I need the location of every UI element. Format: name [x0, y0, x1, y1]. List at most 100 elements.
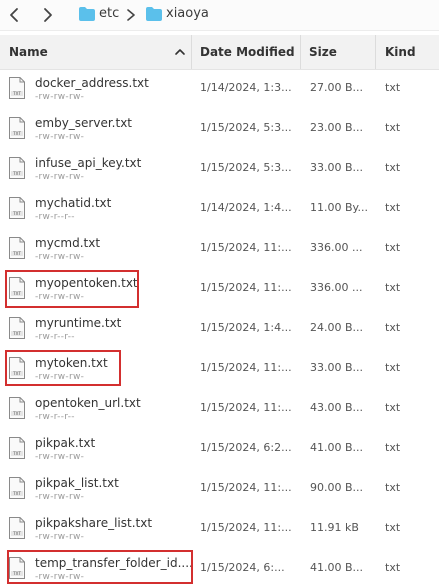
- file-date: 1/15/2024, 11:...: [200, 241, 292, 254]
- file-row[interactable]: TXT myopentoken.txt -rw-rw-rw- 1/15/2024…: [0, 268, 439, 308]
- svg-text:TXT: TXT: [12, 371, 21, 376]
- file-size: 336.00 ...: [310, 281, 363, 294]
- column-label-size: Size: [309, 45, 337, 59]
- file-permissions: -rw-rw-rw-: [35, 92, 85, 102]
- column-header-name[interactable]: Name: [0, 35, 191, 69]
- file-kind: txt: [385, 401, 401, 414]
- file-permissions: -rw-rw-rw-: [35, 132, 85, 142]
- file-permissions: -rw-r--r--: [35, 212, 75, 222]
- file-permissions: -rw-rw-rw-: [35, 292, 85, 302]
- file-size: 336.00 ...: [310, 241, 363, 254]
- file-kind: txt: [385, 441, 401, 454]
- file-row[interactable]: TXT myruntime.txt -rw-r--r-- 1/15/2024, …: [0, 308, 439, 348]
- text-file-icon: TXT: [9, 237, 25, 259]
- text-file-icon: TXT: [9, 117, 25, 139]
- file-date: 1/15/2024, 11:...: [200, 281, 292, 294]
- file-kind: txt: [385, 361, 401, 374]
- file-kind: txt: [385, 561, 401, 574]
- file-permissions: -rw-r--r--: [35, 332, 75, 342]
- file-row[interactable]: TXT pikpak_list.txt -rw-rw-rw- 1/15/2024…: [0, 468, 439, 508]
- toolbar: etc xiaoya: [0, 0, 439, 31]
- file-size: 24.00 B...: [310, 321, 364, 334]
- file-kind: txt: [385, 241, 401, 254]
- file-row[interactable]: TXT mycmd.txt -rw-rw-rw- 1/15/2024, 11:.…: [0, 228, 439, 268]
- file-row[interactable]: TXT temp_transfer_folder_id.... -rw-rw-r…: [0, 548, 439, 588]
- chevron-up-icon[interactable]: [174, 46, 186, 58]
- file-size: 27.00 B...: [310, 81, 364, 94]
- text-file-icon: TXT: [9, 357, 25, 379]
- text-file-icon: TXT: [9, 517, 25, 539]
- svg-text:TXT: TXT: [12, 451, 21, 456]
- svg-text:TXT: TXT: [12, 571, 21, 576]
- file-name: myruntime.txt: [35, 316, 122, 330]
- svg-text:TXT: TXT: [12, 131, 21, 136]
- file-date: 1/15/2024, 1:4...: [200, 321, 292, 334]
- file-row[interactable]: TXT mychatid.txt -rw-r--r-- 1/14/2024, 1…: [0, 188, 439, 228]
- column-header-date[interactable]: Date Modified: [192, 35, 300, 69]
- svg-text:TXT: TXT: [12, 251, 21, 256]
- text-file-icon: TXT: [9, 477, 25, 499]
- folder-icon: [146, 7, 162, 21]
- file-name: temp_transfer_folder_id....: [35, 556, 193, 570]
- file-size: 23.00 B...: [310, 121, 364, 134]
- file-row[interactable]: TXT opentoken_url.txt -rw-r--r-- 1/15/20…: [0, 388, 439, 428]
- file-size: 41.00 B...: [310, 441, 364, 454]
- file-size: 41.00 B...: [310, 561, 364, 574]
- file-date: 1/15/2024, 5:3...: [200, 121, 292, 134]
- svg-text:TXT: TXT: [12, 211, 21, 216]
- file-row[interactable]: TXT pikpakshare_list.txt -rw-rw-rw- 1/15…: [0, 508, 439, 548]
- file-permissions: -rw-r--r--: [35, 412, 75, 422]
- file-kind: txt: [385, 81, 401, 94]
- svg-text:TXT: TXT: [12, 171, 21, 176]
- column-header-kind[interactable]: Kind: [376, 35, 439, 69]
- file-kind: txt: [385, 161, 401, 174]
- breadcrumb-item-xiaoya[interactable]: xiaoya: [166, 6, 209, 21]
- text-file-icon: TXT: [9, 437, 25, 459]
- svg-text:TXT: TXT: [12, 411, 21, 416]
- file-size: 33.00 B...: [310, 361, 364, 374]
- file-row[interactable]: TXT infuse_api_key.txt -rw-rw-rw- 1/15/2…: [0, 148, 439, 188]
- file-name: mycmd.txt: [35, 236, 101, 250]
- file-kind: txt: [385, 121, 401, 134]
- chevron-left-icon[interactable]: [6, 6, 24, 24]
- file-name: infuse_api_key.txt: [35, 156, 142, 170]
- file-permissions: -rw-rw-rw-: [35, 492, 85, 502]
- file-kind: txt: [385, 321, 401, 334]
- file-name: mytoken.txt: [35, 356, 108, 370]
- file-size: 90.00 B...: [310, 481, 364, 494]
- file-name: opentoken_url.txt: [35, 396, 141, 410]
- column-label-date: Date Modified: [200, 45, 295, 59]
- column-header-size[interactable]: Size: [301, 35, 375, 69]
- text-file-icon: TXT: [9, 277, 25, 299]
- file-date: 1/15/2024, 6:...: [200, 561, 285, 574]
- file-row[interactable]: TXT emby_server.txt -rw-rw-rw- 1/15/2024…: [0, 108, 439, 148]
- file-date: 1/15/2024, 6:2...: [200, 441, 292, 454]
- chevron-right-icon[interactable]: [38, 6, 56, 24]
- file-date: 1/15/2024, 11:...: [200, 401, 292, 414]
- svg-text:TXT: TXT: [12, 91, 21, 96]
- file-row[interactable]: TXT docker_address.txt -rw-rw-rw- 1/14/2…: [0, 68, 439, 108]
- text-file-icon: TXT: [9, 317, 25, 339]
- svg-text:TXT: TXT: [12, 331, 21, 336]
- chevron-right-icon: [127, 9, 135, 21]
- folder-icon: [79, 7, 95, 21]
- file-size: 11.91 kB: [310, 521, 359, 534]
- file-size: 43.00 B...: [310, 401, 364, 414]
- file-size: 11.00 By...: [310, 201, 368, 214]
- file-size: 33.00 B...: [310, 161, 364, 174]
- breadcrumb-item-etc[interactable]: etc: [99, 6, 119, 21]
- file-permissions: -rw-rw-rw-: [35, 532, 85, 542]
- file-name: pikpak_list.txt: [35, 476, 119, 490]
- file-kind: txt: [385, 521, 401, 534]
- file-date: 1/14/2024, 1:3...: [200, 81, 292, 94]
- file-name: pikpakshare_list.txt: [35, 516, 153, 530]
- file-date: 1/15/2024, 5:3...: [200, 161, 292, 174]
- column-label-kind: Kind: [385, 45, 416, 59]
- file-kind: txt: [385, 281, 401, 294]
- file-row[interactable]: TXT mytoken.txt -rw-rw-rw- 1/15/2024, 11…: [0, 348, 439, 388]
- svg-text:TXT: TXT: [12, 291, 21, 296]
- file-permissions: -rw-rw-rw-: [35, 452, 85, 462]
- file-permissions: -rw-rw-rw-: [35, 172, 85, 182]
- file-row[interactable]: TXT pikpak.txt -rw-rw-rw- 1/15/2024, 6:2…: [0, 428, 439, 468]
- file-name: docker_address.txt: [35, 76, 149, 90]
